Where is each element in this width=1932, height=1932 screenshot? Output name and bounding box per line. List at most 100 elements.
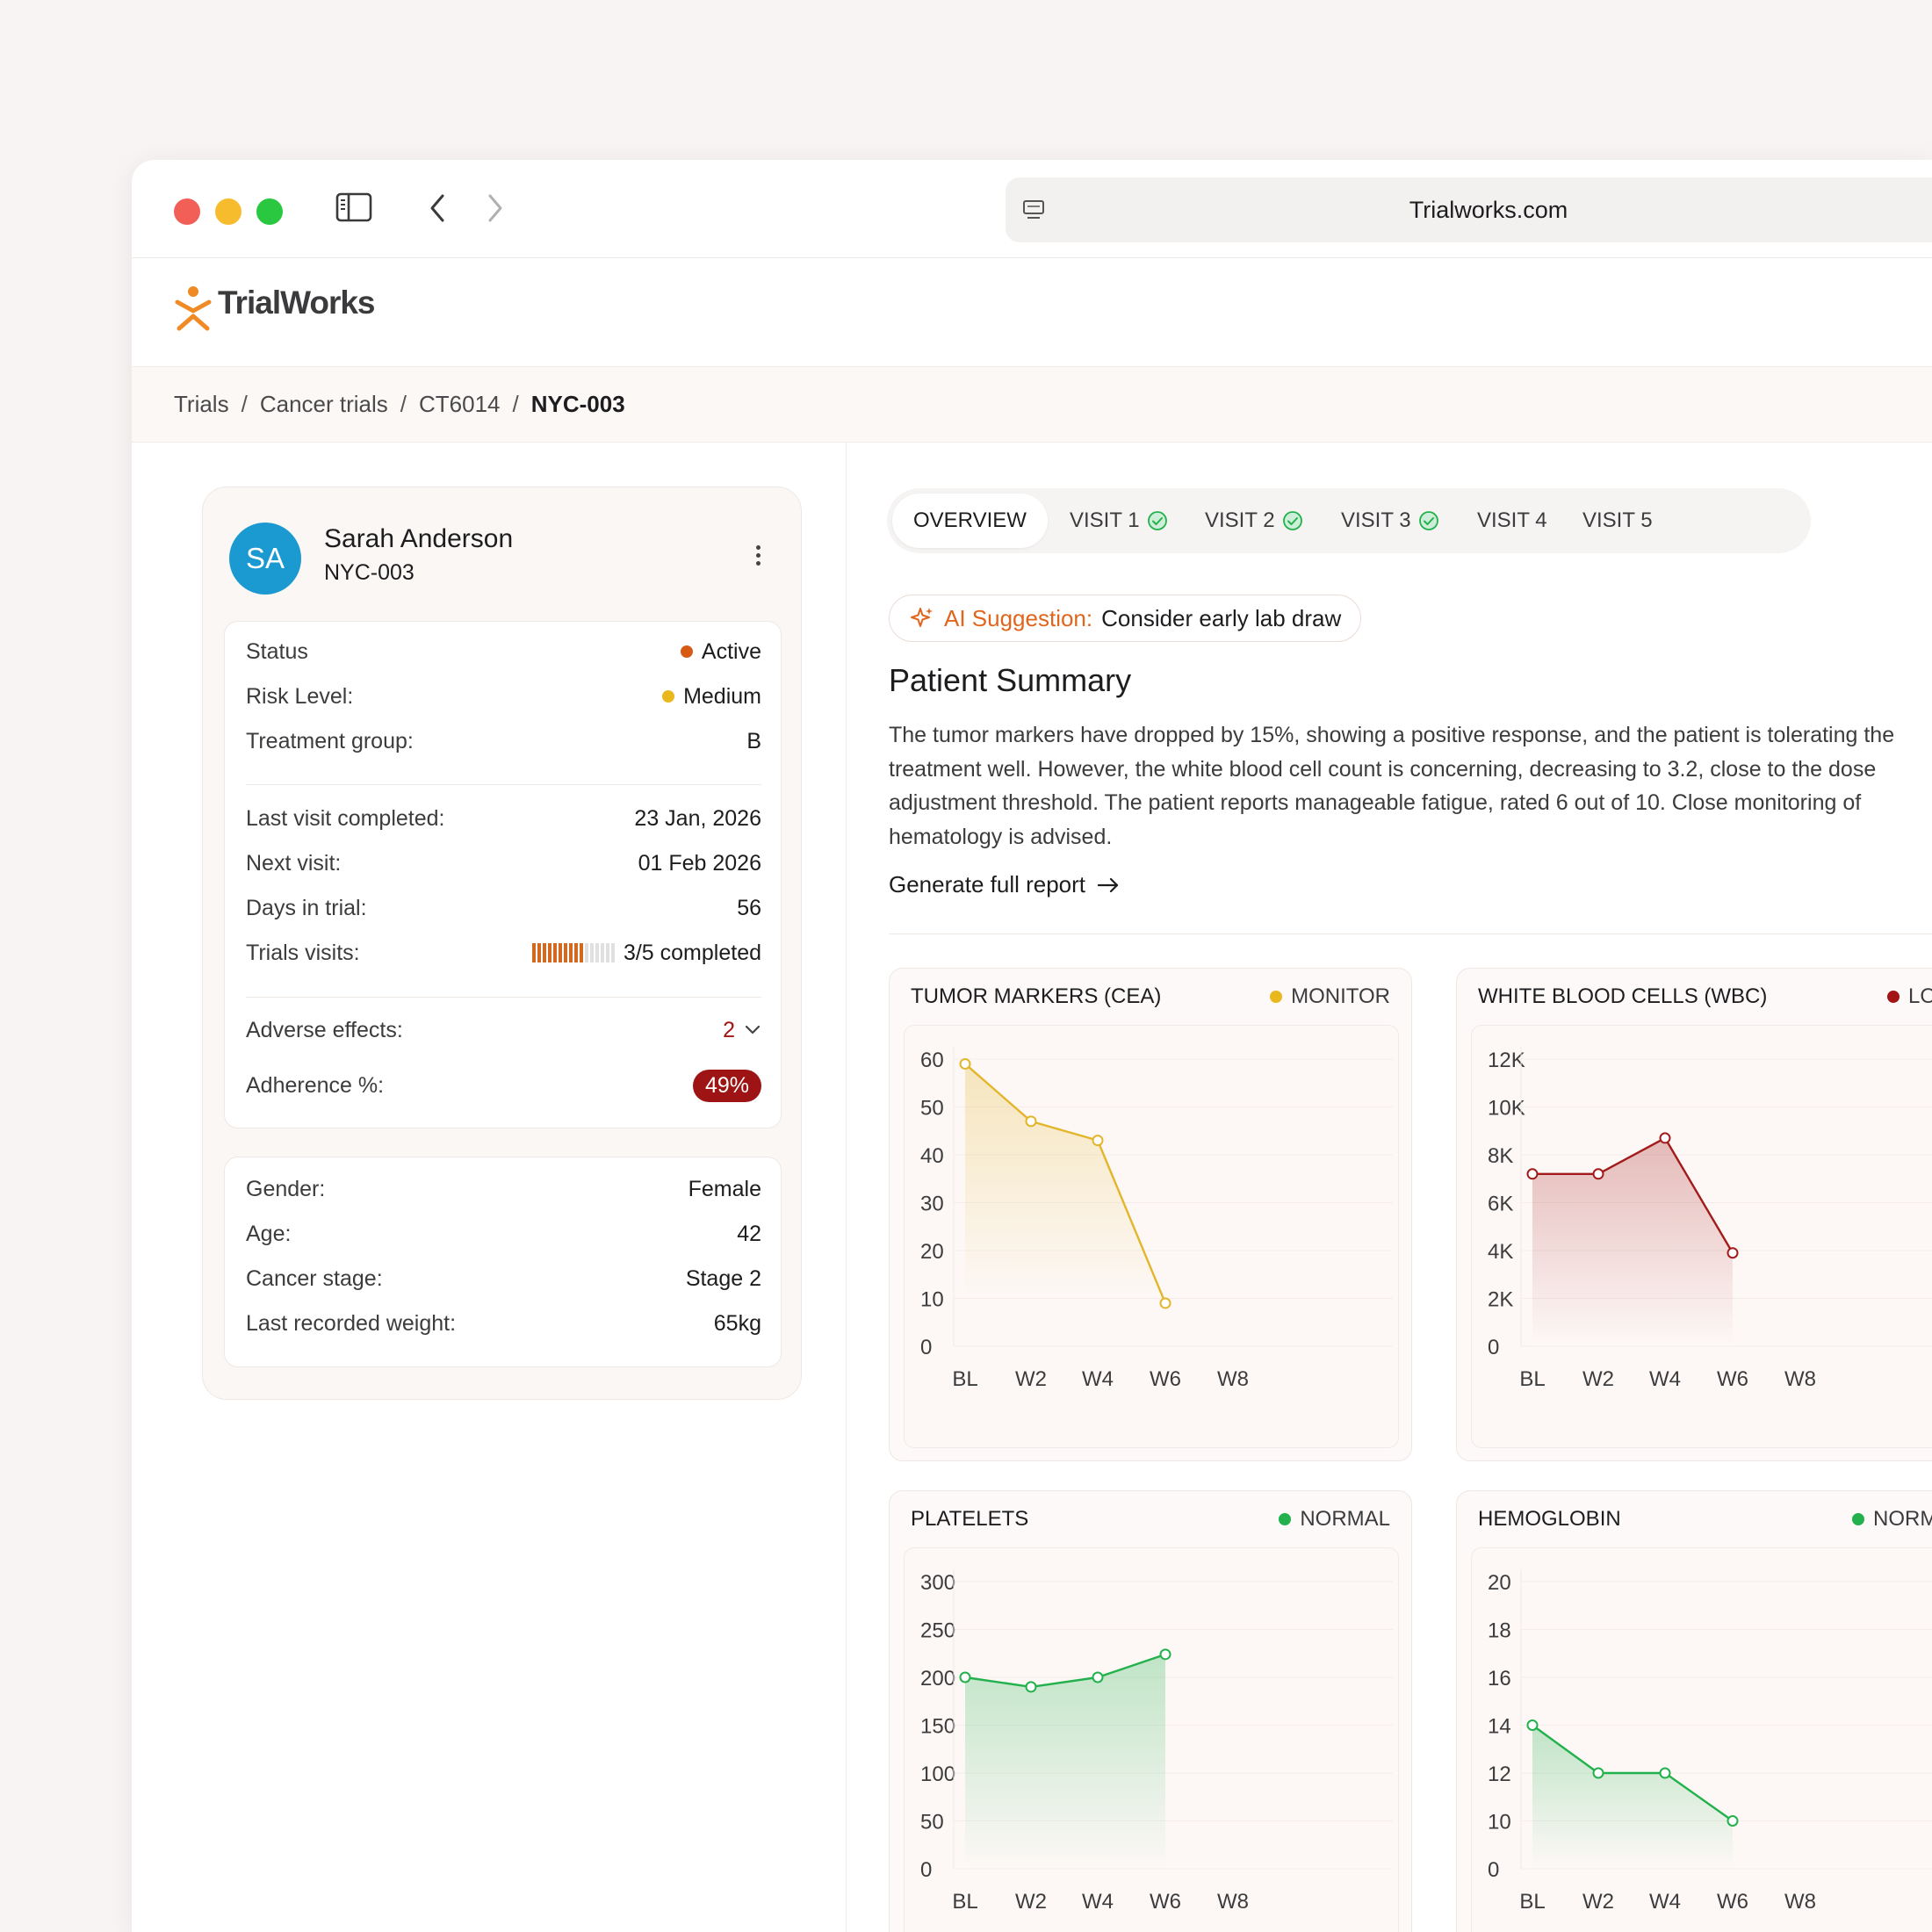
data-point (1159, 1648, 1171, 1661)
chevron-down-icon[interactable] (744, 1024, 761, 1036)
logo-text[interactable]: TrialWorks (218, 285, 376, 321)
summary-text: The tumor markers have dropped by 15%, s… (889, 723, 1895, 849)
status-row: Status Active (246, 634, 761, 669)
ai-suggestion-pill[interactable]: AI Suggestion: Consider early lab draw (889, 595, 1362, 642)
tab-visit-2[interactable]: VISIT 2 (1205, 488, 1303, 553)
breadcrumb-trial-id[interactable]: CT6014 (419, 391, 501, 418)
y-tick-label: 0 (1488, 1858, 1499, 1882)
sidebar-toggle-icon[interactable] (335, 191, 372, 223)
chart-card-hemoglobin: HEMOGLOBIN NORMAL 20 18 16 14 12 10 0 BL W2 W4 W6 W… (1456, 1490, 1932, 1932)
maximize-window-button[interactable] (256, 198, 283, 225)
chart-plot: 300 250 200 150 100 50 0 BL W2 W4 W6 W8 (920, 1569, 1393, 1914)
last-visit-value: 23 Jan, 2026 (634, 805, 761, 831)
generate-report-link[interactable]: Generate full report (889, 871, 1121, 898)
forward-arrow-icon[interactable] (483, 191, 508, 225)
y-tick-label: 6K (1488, 1193, 1513, 1216)
chart-plot: 60 50 40 30 20 10 0 BL W2 W4 W6 W8 (920, 1047, 1393, 1391)
url-bar[interactable]: Trialworks.com (1006, 177, 1932, 242)
gender-value: Female (688, 1176, 761, 1201)
progress-segment (605, 943, 609, 962)
status-dot-icon (1852, 1513, 1864, 1525)
x-tick-label: W8 (1784, 1367, 1816, 1391)
age-value: 42 (737, 1221, 761, 1246)
series-area (965, 1063, 1165, 1303)
column-divider (846, 443, 847, 1932)
age-row: Age: 42 (246, 1216, 761, 1251)
tab-visit-1[interactable]: VISIT 1 (1070, 488, 1168, 553)
generate-report-label: Generate full report (889, 871, 1086, 898)
y-tick-label: 20 (920, 1240, 944, 1264)
age-label: Age: (246, 1221, 292, 1246)
breadcrumb-separator: / (400, 391, 407, 417)
tab-visit-3[interactable]: VISIT 3 (1341, 488, 1439, 553)
trial-visits-progress-bar (531, 943, 615, 962)
ai-suggestion-label: AI Suggestion: (944, 604, 1093, 631)
browser-titlebar: Trialworks.com (132, 160, 1932, 258)
x-tick-label: W6 (1150, 1367, 1181, 1391)
chart-status-badge: NORMAL (1852, 1507, 1932, 1532)
back-arrow-icon[interactable] (425, 191, 450, 225)
tab-overview[interactable]: OVERVIEW (892, 494, 1048, 548)
progress-segment (589, 943, 594, 962)
chart-title: PLATELETS (911, 1507, 1029, 1531)
chart-card-white-blood-cells: WHITE BLOOD CELLS (WBC) LOW 12K 10K 8K 6K 4K… (1456, 968, 1932, 1461)
sparkle-icon (911, 608, 933, 627)
adverse-effects-row[interactable]: Adverse effects: 2 (246, 1013, 761, 1048)
breadcrumb-cancer-trials[interactable]: Cancer trials (260, 391, 388, 418)
x-tick-label: W8 (1784, 1890, 1816, 1914)
data-point (1025, 1115, 1037, 1128)
data-point (1659, 1767, 1671, 1779)
tab-visit-4[interactable]: VISIT 4 (1477, 488, 1547, 553)
y-tick-label: 10K (1488, 1097, 1525, 1121)
check-circle-icon (1418, 511, 1438, 530)
series-area (965, 1654, 1165, 1869)
data-point (1092, 1135, 1104, 1147)
more-options-icon[interactable] (756, 545, 761, 569)
x-tick-label: BL (1519, 1367, 1545, 1391)
y-tick-label: 60 (920, 1049, 944, 1072)
data-point (1727, 1247, 1739, 1259)
y-tick-label: 12K (1488, 1049, 1525, 1072)
progress-segment (537, 943, 541, 962)
tab-visit-5[interactable]: VISIT 5 (1582, 488, 1653, 553)
risk-dot-icon (662, 690, 675, 703)
tab-label: OVERVIEW (913, 508, 1027, 532)
data-point (959, 1671, 971, 1683)
y-tick-label: 8K (1488, 1144, 1513, 1168)
y-tick-label: 100 (920, 1763, 955, 1786)
x-tick-label: W4 (1649, 1890, 1681, 1914)
x-tick-label: W2 (1582, 1890, 1614, 1914)
chart-status-label: NORMAL (1873, 1507, 1932, 1531)
y-tick-label: 40 (920, 1144, 944, 1168)
y-tick-label: 10 (920, 1288, 944, 1312)
patient-name: Sarah Anderson (324, 524, 514, 553)
y-tick-label: 0 (920, 1858, 932, 1882)
risk-value: Medium (683, 683, 761, 709)
next-visit-row: Next visit: 01 Feb 2026 (246, 846, 761, 881)
site-info-icon[interactable] (1021, 198, 1046, 221)
y-tick-label: 12 (1488, 1763, 1511, 1786)
y-tick-label: 10 (1488, 1811, 1511, 1835)
trialworks-logo-icon[interactable] (174, 285, 213, 334)
breadcrumb: Trials / Cancer trials / CT6014 / NYC-00… (132, 367, 1932, 443)
chart-plot: 20 18 16 14 12 10 0 BL W2 W4 W6 W8 (1488, 1569, 1932, 1914)
y-tick-label: 150 (920, 1715, 955, 1739)
visit-tabs: OVERVIEW VISIT 1 VISIT 2 VISIT 3 VISIT 4… (887, 488, 1811, 553)
progress-segment (584, 943, 588, 962)
risk-label: Risk Level: (246, 683, 354, 709)
progress-segment (558, 943, 562, 962)
minimize-window-button[interactable] (215, 198, 242, 225)
close-window-button[interactable] (174, 198, 200, 225)
y-tick-label: 20 (1488, 1571, 1511, 1595)
x-tick-label: BL (952, 1890, 977, 1914)
chart-status-label: NORMAL (1300, 1507, 1390, 1531)
breadcrumb-trials[interactable]: Trials (174, 391, 229, 418)
x-tick-label: W2 (1015, 1890, 1047, 1914)
breadcrumb-separator: / (241, 391, 248, 417)
progress-segment (610, 943, 615, 962)
y-tick-label: 0 (920, 1336, 932, 1359)
y-tick-label: 16 (1488, 1667, 1511, 1690)
divider (246, 784, 761, 785)
tab-label: VISIT 2 (1205, 508, 1275, 532)
data-point (1159, 1297, 1171, 1309)
